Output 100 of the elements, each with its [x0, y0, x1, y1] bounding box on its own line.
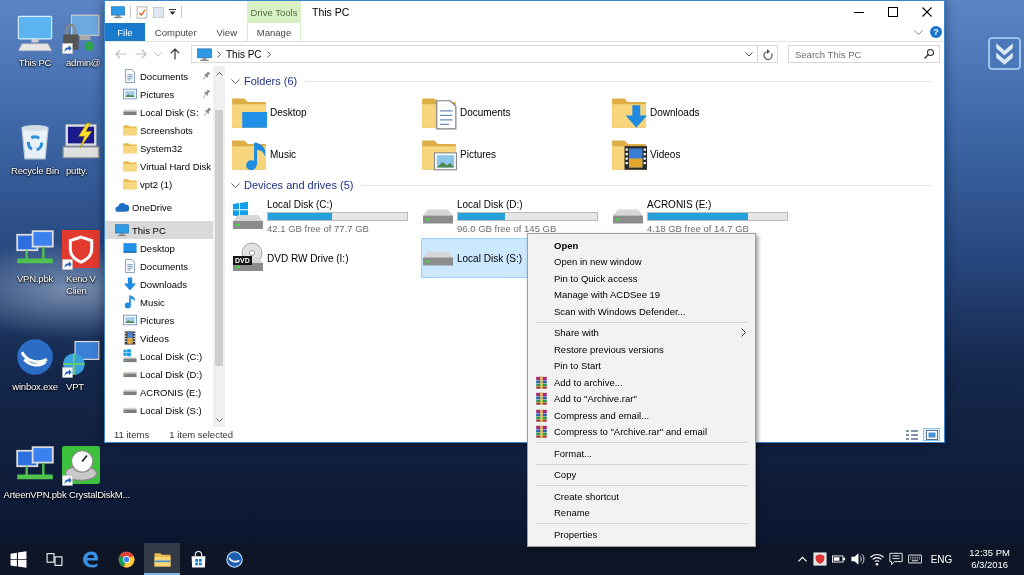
desktop-icon-label[interactable]: Kerio V Clien: [66, 273, 102, 297]
chevron-down-icon[interactable]: [745, 51, 753, 57]
nav-item[interactable]: Documents: [105, 257, 213, 275]
menu-item[interactable]: Add to "Archive.rar": [528, 390, 755, 407]
disk-gauge-icon[interactable]: [62, 446, 100, 484]
message-icon[interactable]: [888, 552, 903, 566]
folder-item[interactable]: Desktop: [231, 91, 421, 133]
nav-item[interactable]: Desktop: [105, 239, 213, 257]
desktop-icon-label[interactable]: CrystalDiskM...: [69, 489, 130, 501]
nav-item[interactable]: OneDrive: [105, 198, 213, 216]
language-indicator[interactable]: ENG: [926, 553, 959, 565]
menu-item[interactable]: Rename: [528, 504, 755, 521]
nav-item[interactable]: Screenshots: [105, 121, 213, 139]
view-toggle-button[interactable]: [923, 428, 940, 441]
nav-item[interactable]: Virtual Hard Disk: [105, 157, 213, 175]
breadcrumb-chevron-icon[interactable]: [266, 50, 271, 58]
double-chevron-icon[interactable]: [988, 37, 1021, 70]
refresh-button[interactable]: [758, 45, 778, 63]
nav-item[interactable]: Local Disk (S:): [105, 401, 213, 419]
drive-name: Local Disk (S:): [457, 252, 522, 264]
chevron-down-icon[interactable]: [914, 29, 923, 35]
nav-item[interactable]: Documents: [105, 67, 213, 85]
wifi-icon[interactable]: [869, 552, 884, 566]
keyboard-icon[interactable]: [907, 552, 922, 566]
breadcrumb-chevron-icon[interactable]: [217, 50, 221, 58]
desktop-icon: [123, 241, 137, 255]
nav-item[interactable]: Pictures: [105, 311, 213, 329]
ribbon-tab[interactable]: Computer: [144, 23, 207, 41]
nav-item[interactable]: Downloads: [105, 275, 213, 293]
view-toggle-button[interactable]: [903, 428, 920, 441]
scroll-up-icon[interactable]: [215, 72, 223, 76]
speaker-icon[interactable]: [850, 552, 865, 566]
search-field[interactable]: Search This PC: [788, 45, 940, 63]
menu-item[interactable]: Compress and email...: [528, 407, 755, 424]
search-icon[interactable]: [924, 49, 934, 59]
help-button[interactable]: ?: [930, 26, 942, 38]
desktop-icon-label[interactable]: VPT: [66, 381, 102, 393]
scrollbar[interactable]: [213, 66, 225, 427]
group-header[interactable]: Devices and drives (5): [244, 179, 354, 191]
computer-icon[interactable]: [16, 14, 54, 52]
breadcrumb[interactable]: This PC: [226, 48, 262, 60]
chevron-down-icon[interactable]: [231, 78, 240, 84]
nav-item[interactable]: Videos: [105, 329, 213, 347]
ribbon-tab[interactable]: View: [206, 23, 247, 41]
forward-arrow-icon: [135, 49, 147, 59]
menu-item[interactable]: Format...: [528, 445, 755, 462]
desktop-icon-label[interactable]: ArteenVPN.pbk: [3, 489, 67, 501]
menu-item[interactable]: Copy: [528, 466, 755, 483]
nav-item[interactable]: Pictures: [105, 85, 213, 103]
group-header[interactable]: Folders (6): [244, 75, 298, 87]
desktop-icon-label[interactable]: winbox.exe: [12, 381, 58, 393]
checkmark-page-icon[interactable]: [136, 5, 148, 19]
chevron-down-icon[interactable]: [231, 182, 240, 188]
desktop-icon-label[interactable]: Recycle Bin: [11, 165, 59, 177]
nav-item[interactable]: System32: [105, 139, 213, 157]
picture-icon: [123, 87, 137, 101]
menu-item[interactable]: Manage with ACDSee 19: [528, 286, 755, 303]
desktop-icon-label[interactable]: VPN.pbk: [16, 273, 54, 285]
circle-arcs-icon[interactable]: [16, 338, 54, 376]
computer-icon[interactable]: [111, 5, 125, 19]
desktop-icon-label[interactable]: This PC: [18, 57, 52, 69]
drive-tile[interactable]: Local Disk (D:) 96.0 GB free of 145 GB: [421, 196, 607, 236]
nav-item[interactable]: Music: [105, 293, 213, 311]
drive-tile[interactable]: ACRONIS (E:) 4.18 GB free of 14.7 GB: [611, 196, 797, 236]
menu-item[interactable]: Scan with Windows Defender...: [528, 303, 755, 320]
menu-item[interactable]: Create shortcut: [528, 488, 755, 505]
folder-item[interactable]: Videos: [611, 133, 801, 175]
file-tab[interactable]: File: [105, 23, 145, 41]
menu-item[interactable]: Restore previous versions: [528, 341, 755, 358]
battery-icon[interactable]: [831, 552, 846, 566]
folder-item[interactable]: Downloads: [611, 91, 801, 133]
scroll-down-icon[interactable]: [215, 418, 223, 422]
locked-computer-icon[interactable]: [62, 14, 100, 52]
desktop-icon-label[interactable]: admin@: [66, 57, 102, 69]
folder-item[interactable]: Music: [231, 133, 421, 175]
dropdown-icon[interactable]: [169, 9, 176, 15]
computer-lightning-icon[interactable]: [62, 122, 100, 160]
menu-item[interactable]: Pin to Start: [528, 357, 755, 374]
ribbon-tab[interactable]: Manage: [247, 23, 301, 41]
address-bar[interactable]: This PC: [191, 45, 758, 63]
drive-tile[interactable]: Local Disk (C:) 42.1 GB free of 77.7 GB: [231, 196, 417, 236]
nav-item[interactable]: This PC: [105, 221, 213, 239]
folder-icon: [153, 550, 171, 568]
nav-item[interactable]: Local Disk (C:): [105, 347, 213, 365]
nav-item[interactable]: vpt2 (1): [105, 175, 213, 193]
menu-item[interactable]: Properties: [528, 526, 755, 543]
shield-icon[interactable]: [812, 552, 827, 566]
folder-item[interactable]: Documents: [421, 91, 611, 133]
chevron-up-icon[interactable]: [796, 555, 808, 563]
desktop-icon-label[interactable]: putty.: [66, 165, 102, 177]
menu-item[interactable]: Add to archive...: [528, 374, 755, 391]
clock[interactable]: 12:35 PM 6/3/2016: [963, 547, 1024, 571]
menu-item[interactable]: Compress to "Archive.rar" and email: [528, 423, 755, 440]
nav-item[interactable]: Local Disk (D:): [105, 365, 213, 383]
nav-item[interactable]: ACRONIS (E:): [105, 383, 213, 401]
taskbar-button[interactable]: [144, 543, 180, 575]
nav-item[interactable]: Local Disk (S:: [105, 103, 213, 121]
scrollbar-thumb[interactable]: [215, 110, 223, 366]
menu-item[interactable]: Share with: [528, 324, 755, 341]
folder-item[interactable]: Pictures: [421, 133, 611, 175]
